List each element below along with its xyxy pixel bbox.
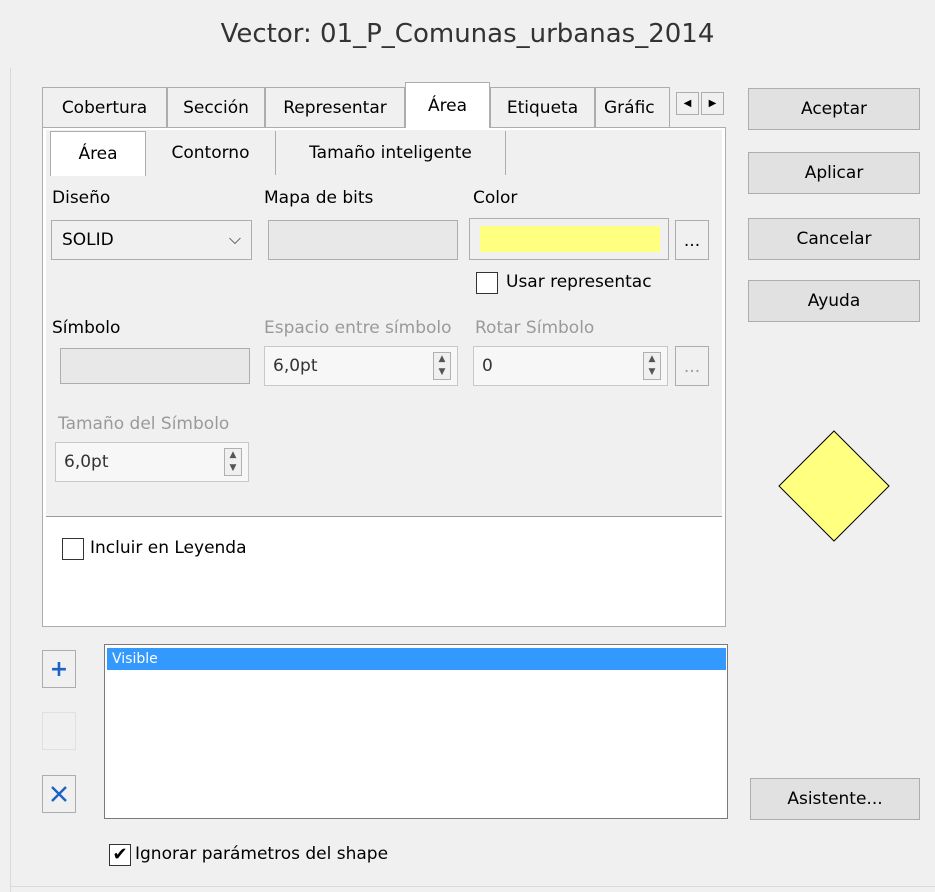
arrow-right-icon: ▶ xyxy=(708,98,717,109)
ignorar-parametros-label: Ignorar parámetros del shape xyxy=(135,844,389,864)
cancelar-button[interactable]: Cancelar xyxy=(748,218,920,260)
asistente-button[interactable]: Asistente... xyxy=(750,778,920,820)
aceptar-button[interactable]: Aceptar xyxy=(748,88,920,130)
tamano-simbolo-value: 6,0pt xyxy=(64,452,109,472)
arrow-left-icon: ◀ xyxy=(683,98,692,109)
diseno-label: Diseño xyxy=(52,188,111,208)
spin-arrows-icon[interactable]: ▲ ▼ xyxy=(224,448,242,476)
simbolo-label: Símbolo xyxy=(52,318,121,338)
plus-icon: + xyxy=(49,656,69,682)
tab-representar[interactable]: Representar xyxy=(265,87,405,127)
diamond-preview-shape xyxy=(778,430,890,542)
color-swatch xyxy=(480,226,660,252)
spin-arrows-icon[interactable]: ▲ ▼ xyxy=(643,352,661,380)
rotar-value: 0 xyxy=(482,356,493,376)
rotar-label: Rotar Símbolo xyxy=(475,318,595,338)
espacio-spinner[interactable]: 6,0pt ▲ ▼ xyxy=(264,346,458,386)
delete-button[interactable] xyxy=(42,775,76,813)
rotar-browse-button[interactable]: ... xyxy=(675,346,709,386)
usar-representacion-checkbox[interactable] xyxy=(476,272,498,294)
espacio-label: Espacio entre símbolo xyxy=(264,318,452,338)
ignorar-parametros-checkbox[interactable]: ✔ xyxy=(109,844,131,866)
frame-border-bottom xyxy=(10,886,935,887)
subtab-area[interactable]: Área xyxy=(50,131,146,176)
condition-list[interactable] xyxy=(104,644,728,819)
window-title: Vector: 01_P_Comunas_urbanas_2014 xyxy=(0,0,935,68)
ayuda-button[interactable]: Ayuda xyxy=(748,280,920,322)
subtab-tamano-inteligente[interactable]: Tamaño inteligente xyxy=(276,131,506,175)
diseno-value: SOLID xyxy=(62,230,114,250)
tab-scroll-left[interactable]: ◀ xyxy=(676,92,699,115)
tab-etiqueta[interactable]: Etiqueta xyxy=(490,87,595,127)
list-item[interactable]: Visible xyxy=(107,648,726,670)
tab-graficos[interactable]: Gráfic xyxy=(595,87,670,127)
mapa-bits-label: Mapa de bits xyxy=(264,188,374,208)
diseno-combo[interactable]: SOLID ⌵ xyxy=(51,220,252,260)
incluir-leyenda-checkbox[interactable] xyxy=(62,538,84,560)
simbolo-field xyxy=(60,348,250,384)
tab-seccion[interactable]: Sección xyxy=(167,87,265,127)
usar-representacion-label: Usar representac xyxy=(506,272,652,292)
espacio-value: 6,0pt xyxy=(273,356,318,376)
rotar-spinner[interactable]: 0 ▲ ▼ xyxy=(473,346,668,386)
color-browse-button[interactable]: ... xyxy=(675,220,709,260)
tab-scroll-right[interactable]: ▶ xyxy=(701,92,724,115)
symbol-preview xyxy=(778,430,890,542)
tamano-simbolo-label: Tamaño del Símbolo xyxy=(58,414,230,434)
aplicar-button[interactable]: Aplicar xyxy=(748,152,920,194)
add-button[interactable]: + xyxy=(42,650,76,688)
tab-cobertura[interactable]: Cobertura xyxy=(42,87,167,127)
mapa-bits-field xyxy=(268,220,458,260)
color-label: Color xyxy=(473,188,518,208)
x-icon xyxy=(51,786,67,802)
tamano-simbolo-spinner[interactable]: 6,0pt ▲ ▼ xyxy=(55,442,249,482)
incluir-leyenda-label: Incluir en Leyenda xyxy=(90,538,247,558)
subtab-contorno[interactable]: Contorno xyxy=(146,131,276,175)
empty-button xyxy=(42,712,76,750)
tab-area[interactable]: Área xyxy=(405,82,490,128)
frame-border-left xyxy=(10,68,11,892)
chevron-down-icon: ⌵ xyxy=(228,229,241,248)
spin-arrows-icon[interactable]: ▲ ▼ xyxy=(433,352,451,380)
